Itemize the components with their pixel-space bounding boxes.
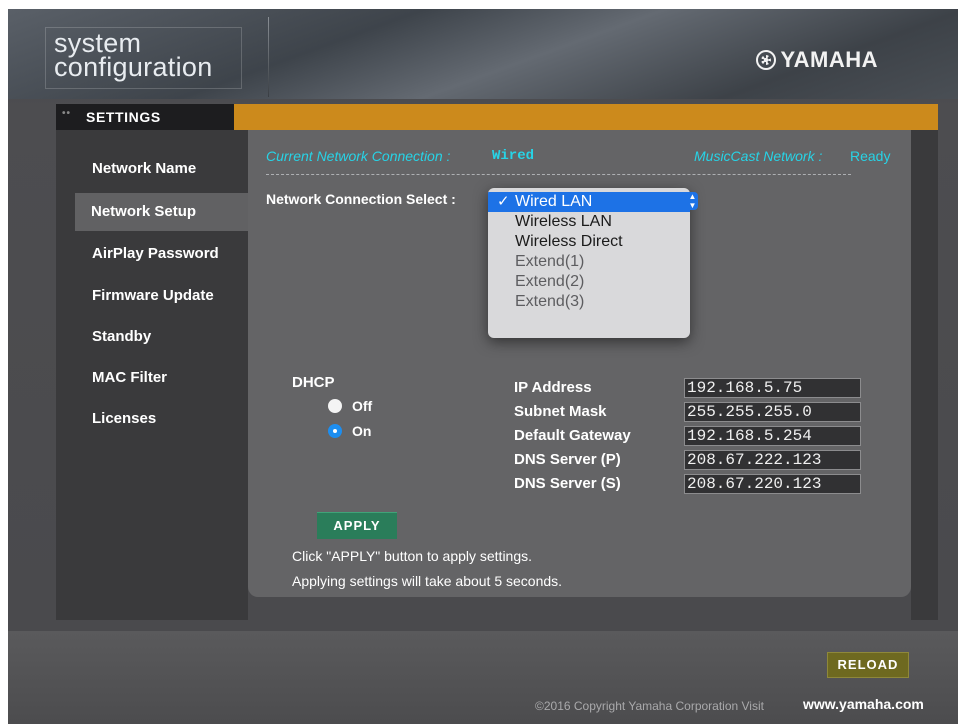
apply-note-line-2: Applying settings will take about 5 seco… [292, 573, 563, 589]
copyright-text: ©2016 Copyright Yamaha Corporation Visit [535, 699, 764, 713]
header-divider [268, 17, 269, 97]
sidebar-item-firmware-update[interactable]: Firmware Update [56, 277, 248, 315]
dashed-divider [266, 174, 851, 175]
musiccast-label: MusicCast Network : [694, 148, 823, 164]
reload-button[interactable]: RELOAD [827, 652, 909, 678]
dhcp-on-label: On [352, 423, 372, 439]
checkmark-icon: ✓ [497, 193, 510, 210]
dropdown-option-wireless-direct[interactable]: Wireless Direct [488, 232, 690, 252]
sidebar-item-licenses[interactable]: Licenses [56, 400, 248, 438]
musiccast-value: Ready [850, 148, 891, 164]
dropdown-option-extend-2: Extend(2) [515, 273, 585, 290]
network-connection-dropdown[interactable]: ✓ Wired LAN Wireless LAN Wireless Direct… [488, 188, 690, 338]
settings-dots-icon: •• [62, 108, 72, 119]
settings-label: SETTINGS [86, 109, 161, 125]
dropdown-option-label: Wired LAN [515, 193, 593, 210]
settings-tab: •• SETTINGS [56, 104, 234, 130]
network-setup-panel: Current Network Connection : Wired Music… [248, 130, 911, 597]
dhcp-on-radio[interactable]: On [328, 421, 371, 441]
dhcp-off-radio[interactable]: Off [328, 396, 372, 416]
sidebar-item-mac-filter[interactable]: MAC Filter [56, 359, 248, 397]
dns-server-primary-field[interactable]: 208.67.222.123 [684, 450, 861, 470]
dns-server-secondary-field[interactable]: 208.67.220.123 [684, 474, 861, 494]
sidebar-item-airplay-password[interactable]: AirPlay Password [56, 235, 248, 273]
logo-line-2: configuration [54, 52, 213, 82]
apply-button[interactable]: APPLY [317, 512, 397, 539]
dhcp-off-label: Off [352, 398, 373, 414]
ip-address-label: IP Address [514, 379, 592, 396]
brand-logo: YAMAHA [756, 47, 878, 73]
network-connection-select-label: Network Connection Select : [266, 191, 456, 207]
tuning-fork-emblem-icon [756, 50, 777, 70]
sidebar-item-network-name[interactable]: Network Name [56, 150, 248, 188]
connection-status-row: Current Network Connection : Wired Music… [266, 148, 896, 168]
brand-name: YAMAHA [780, 47, 878, 72]
select-updown-arrows-icon[interactable]: ▲ ▼ [687, 192, 698, 210]
yamaha-site-link[interactable]: www.yamaha.com [803, 696, 924, 712]
header: system configuration YAMAHA [8, 9, 958, 99]
system-configuration-window: system configuration YAMAHA •• SETTINGS … [8, 9, 958, 724]
sidebar-item-network-setup[interactable]: Network Setup [75, 193, 248, 231]
app-logo: system configuration [45, 27, 242, 89]
current-connection-label: Current Network Connection : [266, 148, 451, 164]
sidebar: Network Name Network Setup AirPlay Passw… [56, 130, 248, 620]
default-gateway-field[interactable]: 192.168.5.254 [684, 426, 861, 446]
dropdown-option-wired-lan[interactable]: ✓ Wired LAN [488, 192, 690, 212]
dns-server-secondary-label: DNS Server (S) [514, 475, 621, 492]
subnet-mask-label: Subnet Mask [514, 403, 607, 420]
dropdown-option-wireless-lan[interactable]: Wireless LAN [488, 212, 690, 232]
subnet-mask-field[interactable]: 255.255.255.0 [684, 402, 861, 422]
default-gateway-label: Default Gateway [514, 427, 631, 444]
dropdown-option-extend-3: Extend(3) [515, 293, 585, 310]
current-connection-value: Wired [492, 148, 535, 164]
ip-address-field[interactable]: 192.168.5.75 [684, 378, 861, 398]
apply-note-line-1: Click "APPLY" button to apply settings. [292, 548, 533, 564]
dhcp-label: DHCP [292, 374, 335, 391]
dns-server-primary-label: DNS Server (P) [514, 451, 621, 468]
sidebar-item-standby[interactable]: Standby [56, 318, 248, 356]
radio-button-on[interactable] [328, 424, 342, 438]
radio-button-off[interactable] [328, 399, 342, 413]
panel-right-strip [911, 130, 938, 620]
dropdown-option-extend-1: Extend(1) [515, 253, 585, 270]
